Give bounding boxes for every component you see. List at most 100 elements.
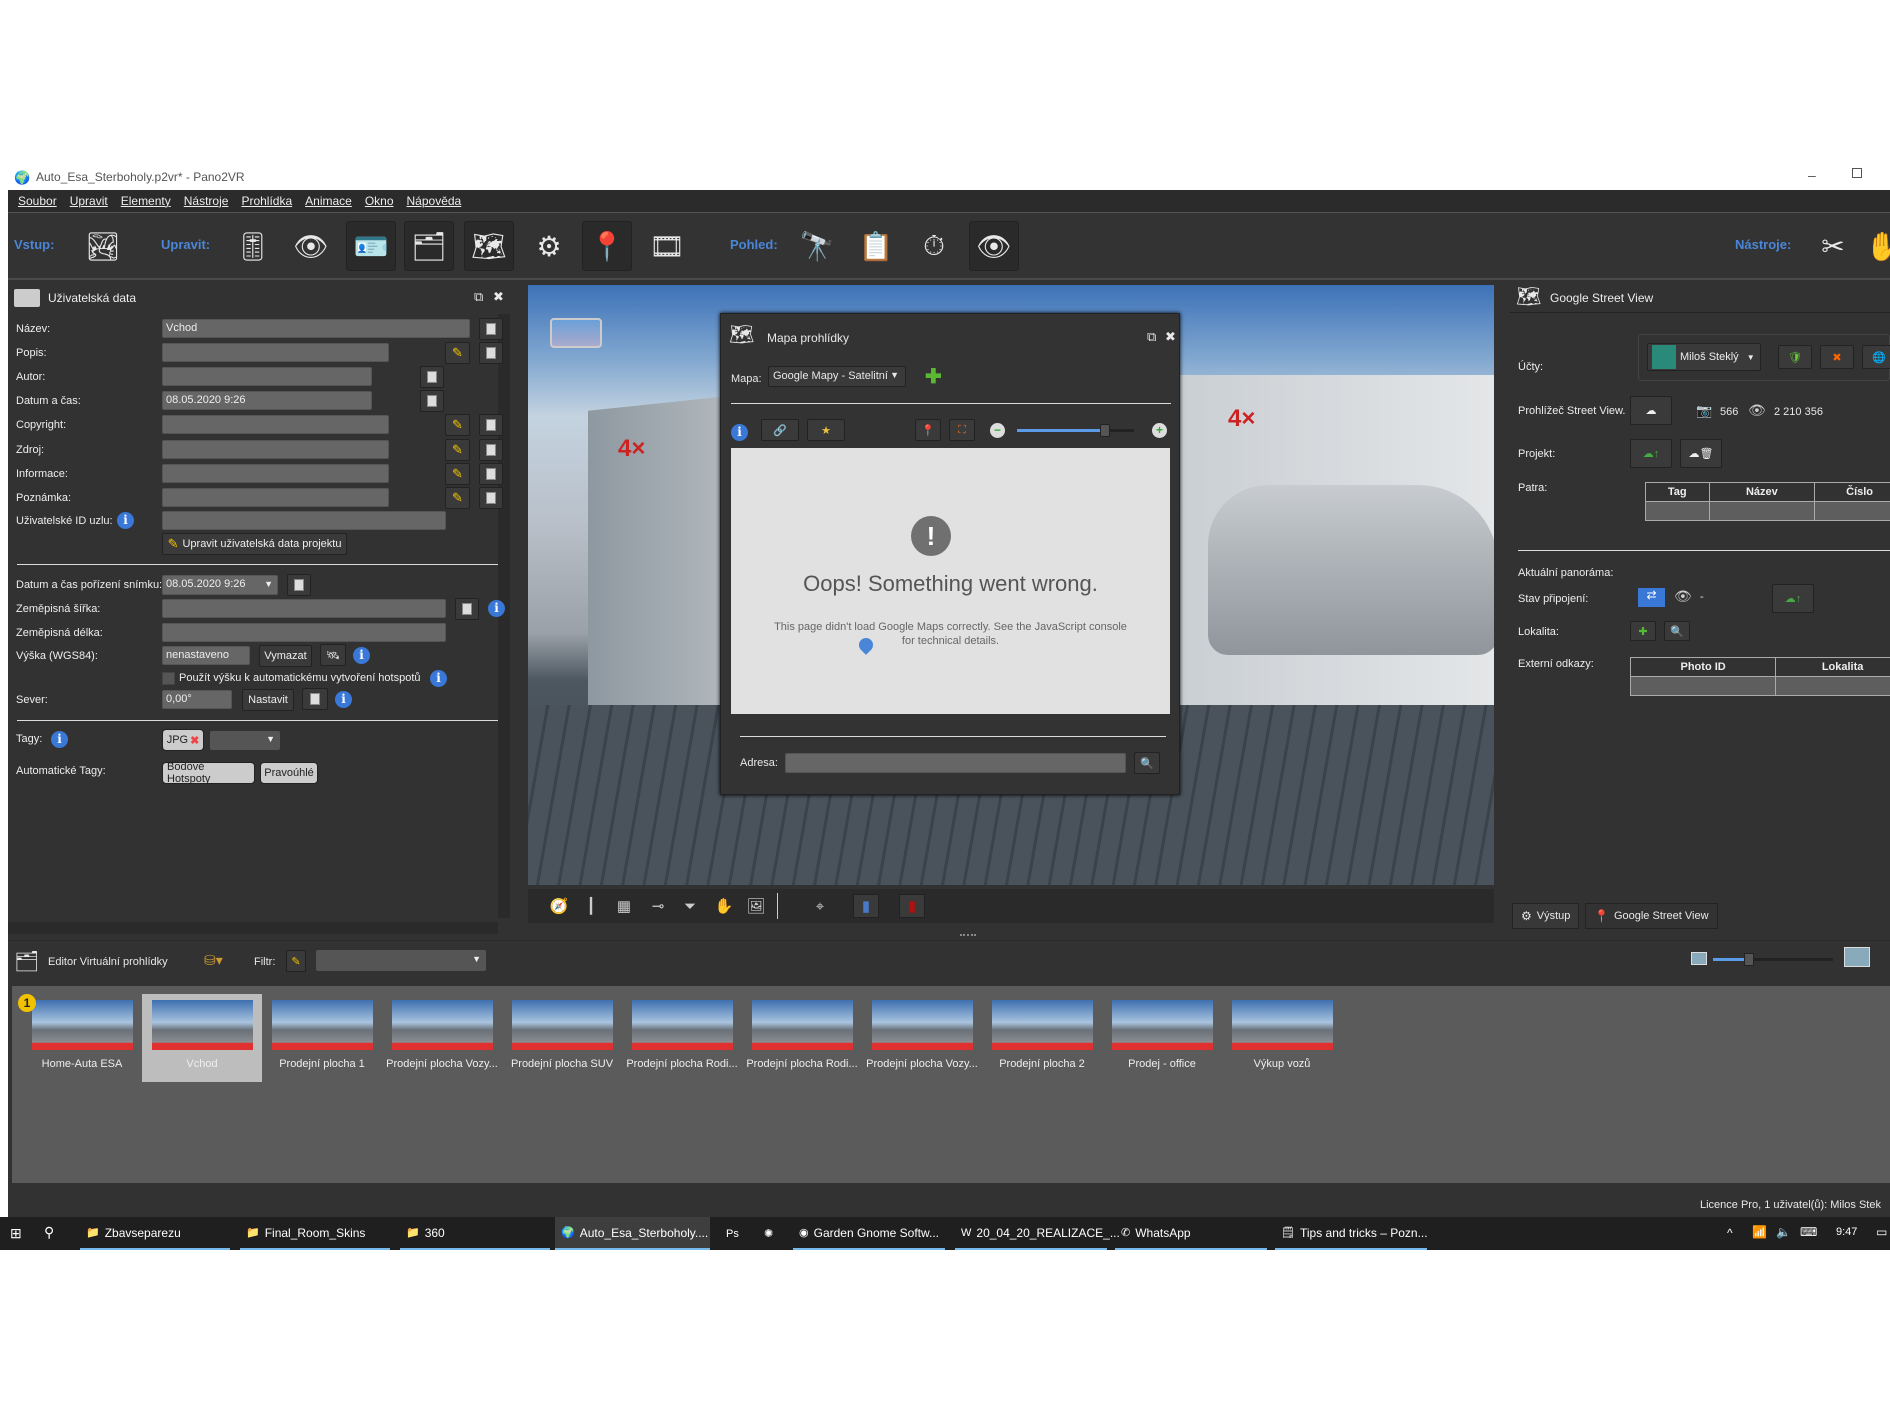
edit-text-button[interactable]: ✎ xyxy=(445,487,470,509)
vertical-line-button[interactable]: ┃ xyxy=(578,894,604,918)
edit-text-button[interactable]: ✎ xyxy=(445,463,470,485)
viewing-parameters-button[interactable]: 👁 xyxy=(286,221,336,271)
logout-button[interactable]: ✖ xyxy=(1820,345,1854,369)
float-dialog-button[interactable]: ⧉ xyxy=(1147,329,1156,345)
taskbar-item[interactable]: 🌍 Auto_Esa_Sterboholy.... xyxy=(555,1217,710,1250)
minimize-button[interactable]: – xyxy=(1808,167,1816,183)
keyboard-icon[interactable]: ⌨ xyxy=(1800,1225,1817,1239)
map-area[interactable]: ! Oops! Something went wrong. This page … xyxy=(731,448,1170,714)
account-select[interactable]: Miloš Steklý ▼ xyxy=(1647,343,1761,371)
menu-item-1[interactable]: Upravit xyxy=(70,194,108,208)
tour-map-button[interactable]: 🗺 xyxy=(464,221,514,271)
skin-editor-button[interactable]: ✂ xyxy=(1808,221,1858,271)
info-icon[interactable]: i xyxy=(117,512,134,529)
zoom-slider[interactable] xyxy=(1017,424,1134,437)
info-icon[interactable]: i xyxy=(335,691,352,708)
horizontal-scrollbar[interactable] xyxy=(8,922,498,934)
latitude-input[interactable] xyxy=(162,599,446,618)
field-input[interactable] xyxy=(162,488,389,507)
info-icon[interactable]: i xyxy=(353,647,370,664)
binoculars-button[interactable]: 🔭 xyxy=(792,221,842,271)
tray-chevron-icon[interactable]: ^ xyxy=(1727,1226,1733,1240)
tour-browser-button[interactable]: 🗂 xyxy=(404,221,454,271)
taskbar-item[interactable]: Ps xyxy=(720,1217,750,1250)
node-thumbnail[interactable]: Prodejní plocha Rodi... xyxy=(622,994,742,1082)
map-type-select[interactable]: Google Mapy - Satelitní ▼ xyxy=(768,366,906,387)
use-altitude-checkbox[interactable] xyxy=(162,672,175,685)
field-input[interactable] xyxy=(162,415,389,434)
star-button[interactable]: ★ xyxy=(807,419,845,441)
column-header[interactable]: Číslo xyxy=(1814,482,1890,502)
menu-item-2[interactable]: Elementy xyxy=(121,194,171,208)
volume-icon[interactable]: 🔈 xyxy=(1776,1225,1791,1239)
set-north-button[interactable]: Nastavit xyxy=(242,689,294,711)
google-street-view-button[interactable]: 📍 xyxy=(582,221,632,271)
splitter-handle[interactable] xyxy=(960,934,976,936)
field-input[interactable]: 08.05.2020 9:26 xyxy=(162,391,372,410)
taskbar-item[interactable]: 📁 360 xyxy=(400,1217,550,1250)
zoom-slider-handle[interactable] xyxy=(1099,424,1110,437)
stopwatch-button[interactable]: ⏱ xyxy=(909,221,959,271)
info-icon[interactable]: i xyxy=(731,424,748,441)
external-links-table[interactable]: Photo ID Lokalita xyxy=(1629,657,1890,696)
taskbar-item[interactable]: ✆ WhatsApp xyxy=(1115,1217,1267,1250)
projection-button[interactable]: ⏷ xyxy=(677,894,703,918)
add-map-button[interactable]: ✚ xyxy=(925,364,942,389)
network-icon[interactable]: 📶 xyxy=(1752,1225,1767,1239)
node-thumbnail[interactable]: Prodejní plocha 1 xyxy=(262,994,382,1082)
satellite-button[interactable]: 🛰 xyxy=(320,644,346,666)
column-header[interactable]: Tag xyxy=(1645,482,1710,502)
column-header[interactable]: Název xyxy=(1708,482,1816,502)
longitude-input[interactable] xyxy=(162,623,446,642)
portrait-red-button[interactable]: ▮ xyxy=(899,894,925,918)
field-input[interactable] xyxy=(162,464,389,483)
north-spinbox[interactable]: 0,00° xyxy=(162,690,232,709)
field-input[interactable] xyxy=(162,440,389,459)
search-icon[interactable]: ⚲ xyxy=(44,1224,54,1241)
eye-button[interactable]: 👁 xyxy=(969,221,1019,271)
add-tag-select[interactable]: ▼ xyxy=(210,731,280,750)
filter-pencil-button[interactable]: ✎ xyxy=(286,950,306,972)
clock[interactable]: 9:47 xyxy=(1836,1226,1857,1238)
menu-item-6[interactable]: Okno xyxy=(365,194,394,208)
column-header[interactable]: Photo ID xyxy=(1629,657,1777,677)
copy-button[interactable] xyxy=(302,688,328,710)
field-input[interactable] xyxy=(162,511,446,530)
edit-text-button[interactable]: ✎ xyxy=(445,342,470,364)
menu-item-4[interactable]: Prohlídka xyxy=(241,194,292,208)
grid-button[interactable]: ▦ xyxy=(611,894,637,918)
zoom-out-button[interactable]: − xyxy=(990,423,1005,438)
edit-project-data-button[interactable]: ✎ Upravit uživatelská data projektu xyxy=(162,533,347,555)
menu-item-5[interactable]: Animace xyxy=(305,194,352,208)
maximize-button[interactable] xyxy=(1852,168,1862,178)
capture-datetime-select[interactable]: 08.05.2020 9:26 ▼ xyxy=(162,575,278,595)
column-header[interactable]: Lokalita xyxy=(1775,657,1890,677)
thumb-size-handle[interactable] xyxy=(1744,953,1754,966)
edit-text-button[interactable]: ✎ xyxy=(445,414,470,436)
field-input[interactable] xyxy=(162,367,372,386)
copy-button[interactable] xyxy=(455,598,479,620)
node-thumbnail[interactable]: Prodej - office xyxy=(1102,994,1222,1082)
info-icon[interactable]: i xyxy=(430,670,447,687)
node-thumbnail[interactable]: Výkup vozů xyxy=(1222,994,1342,1082)
link-button[interactable]: 🔗 xyxy=(761,419,799,441)
compass-button[interactable]: 🧭 xyxy=(546,894,572,918)
street-view-viewer-button[interactable]: ☁ xyxy=(1630,396,1672,425)
filter-select[interactable]: ▼ xyxy=(316,950,486,971)
taskbar-item[interactable]: 📁 Final_Room_Skins xyxy=(240,1217,390,1250)
node-thumbnail[interactable]: Prodejní plocha 2 xyxy=(982,994,1102,1082)
hand-button[interactable]: ✋ xyxy=(1858,221,1890,271)
node-thumbnail[interactable]: Home-Auta ESA xyxy=(22,994,142,1082)
globe-button[interactable]: 🌐 xyxy=(1862,345,1890,369)
taskbar-item[interactable]: 📁 Zbavseparezu xyxy=(80,1217,230,1250)
copy-button[interactable] xyxy=(479,414,503,436)
upload-project-button[interactable]: ☁↑ xyxy=(1630,439,1672,468)
search-address-button[interactable]: 🔍 xyxy=(1134,752,1160,774)
field-input[interactable]: Vchod xyxy=(162,319,470,338)
copy-button[interactable] xyxy=(420,366,444,388)
thumb-size-slider[interactable] xyxy=(1713,953,1833,966)
tag-chip[interactable]: JPG ✖ xyxy=(162,729,204,751)
animation-film-button[interactable]: 🎞 xyxy=(642,221,692,271)
add-location-button[interactable]: ✚ xyxy=(1630,621,1656,641)
upload-panorama-button[interactable]: ☁↑ xyxy=(1772,584,1814,613)
